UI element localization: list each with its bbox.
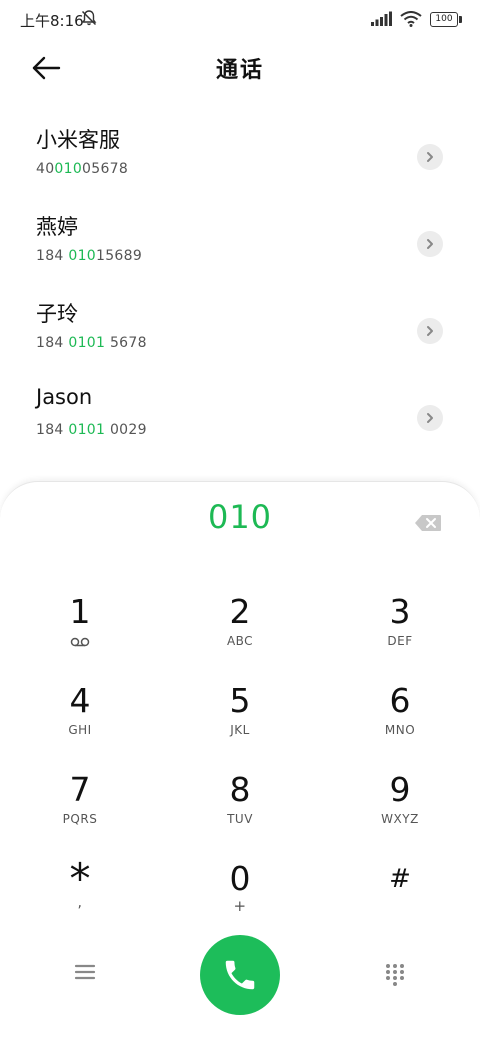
key-0[interactable]: 0 + xyxy=(160,859,320,945)
status-right-icons: 100 xyxy=(370,11,462,27)
contact-item[interactable]: 燕婷 184 01015689 xyxy=(0,199,480,286)
chevron-right-icon xyxy=(427,326,433,336)
key-digit: 3 xyxy=(389,592,411,631)
chevron-right-icon xyxy=(427,239,433,249)
menu-button[interactable] xyxy=(74,962,96,982)
number-match: 010 xyxy=(68,248,96,264)
battery-icon: 100 xyxy=(430,11,462,27)
key-digit: 2 xyxy=(229,592,251,631)
keypad-toggle-button[interactable] xyxy=(385,963,405,987)
contact-detail-button[interactable] xyxy=(417,318,443,344)
key-letters: JKL xyxy=(230,723,250,737)
number-part: 184 xyxy=(36,248,69,264)
contact-name: 子玲 xyxy=(36,302,78,326)
voicemail-icon xyxy=(70,637,90,647)
page-title: 通话 xyxy=(215,58,264,83)
number-match: 010 xyxy=(54,161,83,177)
number-part: 05678 xyxy=(82,161,129,177)
number-part: 0029 xyxy=(105,422,147,438)
key-digit: 4 xyxy=(69,681,91,720)
key-digit: 5 xyxy=(229,681,251,720)
number-match: 0101 xyxy=(68,422,106,438)
number-part: 40 xyxy=(36,161,55,177)
call-button[interactable] xyxy=(200,935,280,1015)
contact-number: 4001005678 xyxy=(36,161,128,177)
key-letters: TUV xyxy=(227,812,253,826)
key-digit: 0 xyxy=(229,859,251,898)
key-letters: ABC xyxy=(226,634,254,648)
number-part: 5678 xyxy=(105,335,147,351)
dialed-number-display: 010 xyxy=(207,498,273,536)
contact-results-list: 小米客服 4001005678 燕婷 184 01015689 子玲 184 0… xyxy=(0,112,480,460)
key-letters: GHI xyxy=(68,723,92,737)
backspace-button[interactable] xyxy=(414,514,442,532)
key-letters: MNO xyxy=(384,723,416,737)
contact-number: 184 0101 5678 xyxy=(36,335,147,351)
contact-item[interactable]: 小米客服 4001005678 xyxy=(0,112,480,199)
status-time: 上午8:16 xyxy=(20,12,84,30)
key-hash[interactable]: # xyxy=(320,859,480,945)
key-digit: 9 xyxy=(389,770,411,809)
key-letters: , xyxy=(77,895,83,911)
key-star[interactable]: * , xyxy=(0,854,160,945)
key-digit: 8 xyxy=(229,770,251,809)
key-7[interactable]: 7 PQRS xyxy=(0,770,160,856)
contact-name: 燕婷 xyxy=(36,215,78,239)
key-digit: 7 xyxy=(69,770,91,809)
notifications-muted-icon xyxy=(81,10,97,26)
key-1[interactable]: 1 xyxy=(0,592,160,678)
contact-detail-button[interactable] xyxy=(417,144,443,170)
number-match: 0101 xyxy=(68,335,106,351)
contact-number: 184 01015689 xyxy=(36,248,142,264)
key-letters: PQRS xyxy=(62,812,98,826)
key-2[interactable]: 2 ABC xyxy=(160,592,320,678)
chevron-right-icon xyxy=(427,413,433,423)
key-6[interactable]: 6 MNO xyxy=(320,681,480,767)
dialer-screen: 上午8:16 100 通话 小米客服 4001005678 燕婷 184 010… xyxy=(0,0,480,1040)
chevron-right-icon xyxy=(427,152,433,162)
signal-icon xyxy=(371,11,392,26)
number-part: 15689 xyxy=(96,248,143,264)
contact-detail-button[interactable] xyxy=(417,405,443,431)
key-digit: * xyxy=(69,854,91,903)
status-bar: 上午8:16 100 xyxy=(0,0,480,40)
contact-item[interactable]: 子玲 184 0101 5678 xyxy=(0,286,480,373)
key-5[interactable]: 5 JKL xyxy=(160,681,320,767)
key-letters: WXYZ xyxy=(381,812,419,826)
key-letters: + xyxy=(233,897,247,915)
key-digit: # xyxy=(389,864,411,894)
contact-detail-button[interactable] xyxy=(417,231,443,257)
key-4[interactable]: 4 GHI xyxy=(0,681,160,767)
key-digit: 1 xyxy=(69,592,91,631)
wifi-icon xyxy=(400,11,422,27)
key-3[interactable]: 3 DEF xyxy=(320,592,480,678)
key-8[interactable]: 8 TUV xyxy=(160,770,320,856)
contact-name: Jason xyxy=(36,385,93,409)
contact-number: 184 0101 0029 xyxy=(36,422,147,438)
key-digit: 6 xyxy=(389,681,411,720)
contact-name: 小米客服 xyxy=(36,128,120,152)
contact-item[interactable]: Jason 184 0101 0029 xyxy=(0,373,480,460)
key-9[interactable]: 9 WXYZ xyxy=(320,770,480,856)
phone-icon xyxy=(225,960,255,990)
number-part: 184 xyxy=(36,335,69,351)
key-letters: DEF xyxy=(387,634,413,648)
number-part: 184 xyxy=(36,422,69,438)
